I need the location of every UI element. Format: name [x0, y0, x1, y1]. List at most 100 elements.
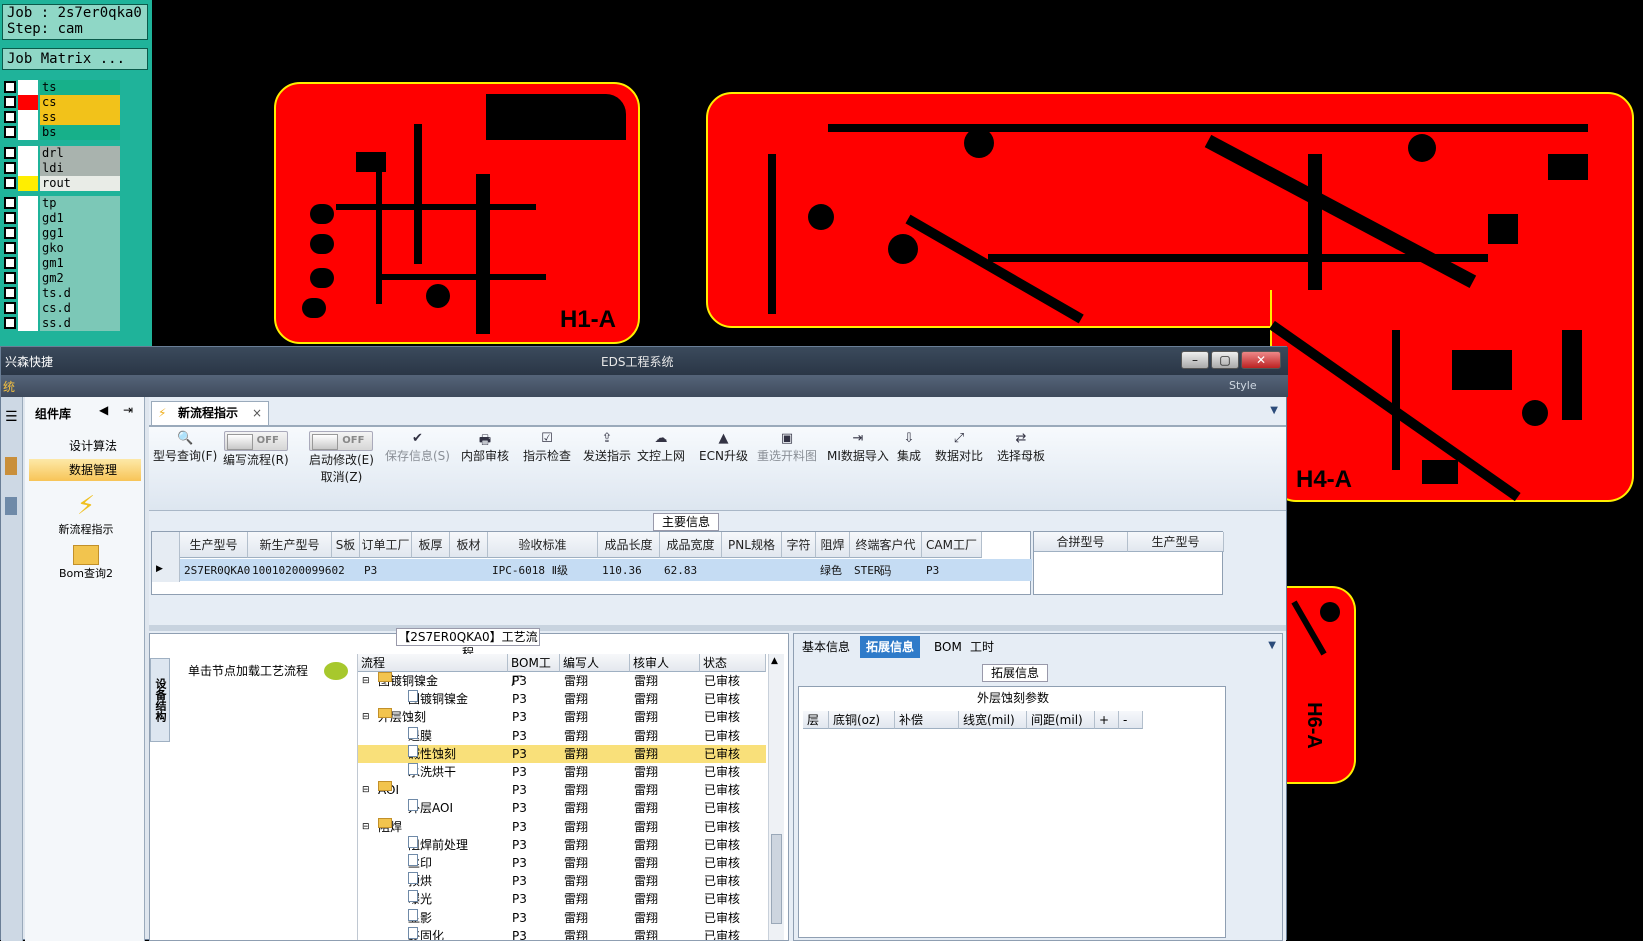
info-cell[interactable]: P3	[926, 560, 982, 582]
layer-checkbox[interactable]	[4, 81, 16, 93]
layer-checkbox[interactable]	[4, 317, 16, 329]
layer-color-swatch[interactable]	[18, 316, 38, 331]
tree-row[interactable]: ⊟ 图镀铜镍金 P3 雷翔 雷翔 已审核	[358, 672, 766, 690]
layer-row-cs-d[interactable]: cs.d	[4, 301, 120, 316]
layer-checkbox[interactable]	[4, 177, 16, 189]
tree-row[interactable]: ⊟ 外层蚀刻 P3 雷翔 雷翔 已审核	[358, 708, 766, 726]
layer-checkbox[interactable]	[4, 197, 16, 209]
tree-node[interactable]: 显影	[408, 908, 432, 927]
layer-checkbox[interactable]	[4, 287, 16, 299]
layer-name[interactable]: cs	[40, 95, 120, 110]
toolbar-btn-12[interactable]: ⤢ 数据对比	[935, 431, 983, 501]
layer-checkbox[interactable]	[4, 126, 16, 138]
toolbar-btn-2[interactable]: OFF 启动修改(E) 取消(Z)	[309, 431, 374, 501]
layer-row-gm2[interactable]: gm2	[4, 271, 120, 286]
layer-color-swatch[interactable]	[18, 271, 38, 286]
info-header[interactable]: 阻焊	[816, 532, 850, 558]
info-header[interactable]: 板材	[450, 532, 488, 558]
layer-checkbox[interactable]	[4, 242, 16, 254]
layer-name[interactable]: gko	[40, 241, 120, 256]
layer-row-gg1[interactable]: gg1	[4, 226, 120, 241]
info-header[interactable]: 新生产型号	[248, 532, 332, 558]
info-cell[interactable]	[726, 560, 782, 582]
tree-node[interactable]: 图镀铜镍金	[408, 690, 468, 708]
detail-tab[interactable]: 工时	[964, 636, 1000, 658]
tree-node[interactable]: 阻焊前处理	[408, 835, 468, 854]
tree-node[interactable]: 终固化	[408, 926, 444, 940]
toolbar-btn-9[interactable]: ▣ 重选开料图	[757, 431, 817, 501]
etch-header[interactable]: -	[1119, 711, 1143, 729]
layer-color-swatch[interactable]	[18, 286, 38, 301]
detail-tab[interactable]: BOM	[928, 636, 968, 658]
layer-color-swatch[interactable]	[18, 241, 38, 256]
info-cell[interactable]: 62.83	[664, 560, 722, 582]
info-header[interactable]: 订单工厂	[360, 532, 412, 558]
layer-checkbox[interactable]	[4, 111, 16, 123]
tree-row[interactable]: 预烘 P3 雷翔 雷翔 已审核	[358, 872, 766, 890]
layer-color-swatch[interactable]	[18, 125, 38, 140]
close-button[interactable]: ✕	[1241, 351, 1281, 369]
info-cell[interactable]: STER	[854, 560, 922, 582]
layer-name[interactable]: drl	[40, 146, 120, 161]
vertical-scrollbar[interactable]: ▲	[768, 654, 784, 940]
tree-node[interactable]: 碱性蚀刻	[408, 744, 456, 763]
layer-name[interactable]: gd1	[40, 211, 120, 226]
toolbar-btn-1[interactable]: OFF 编写流程(R)	[223, 431, 289, 501]
info-cell[interactable]	[416, 560, 450, 582]
tree-node[interactable]: ⊟ 外层蚀刻	[362, 708, 426, 726]
toolbar-btn-7[interactable]: ☁ 文控上网	[637, 431, 685, 501]
tree-header[interactable]: 流程	[358, 654, 508, 672]
new-flow-item[interactable]: ⚡ 新流程指示	[31, 491, 141, 537]
side-tab-equipment[interactable]: 设备结构	[150, 658, 170, 742]
info-header[interactable]: 板厚	[412, 532, 450, 558]
toolbar-sublabel[interactable]: 取消(Z)	[309, 468, 374, 485]
tree-row[interactable]: ⊟AOI P3 雷翔 雷翔 已审核	[358, 781, 766, 799]
info-header[interactable]: PNL规格	[722, 532, 782, 558]
tree-row[interactable]: 图镀铜镍金 P3 雷翔 雷翔 已审核	[358, 690, 766, 708]
info-cell[interactable]: P3	[364, 560, 412, 582]
tree-node[interactable]: 丝印	[408, 854, 432, 872]
info-cell[interactable]: 10010200099602	[252, 560, 345, 582]
layer-color-swatch[interactable]	[18, 95, 38, 110]
layer-name[interactable]: gm1	[40, 256, 120, 271]
detail-tab[interactable]: 拓展信息	[860, 636, 921, 658]
tree-row[interactable]: 显影 P3 雷翔 雷翔 已审核	[358, 908, 766, 927]
layer-color-swatch[interactable]	[18, 161, 38, 176]
info-cell[interactable]	[454, 560, 488, 582]
toggle-switch[interactable]: OFF	[309, 431, 374, 451]
job-matrix-button[interactable]: Job Matrix ...	[2, 48, 148, 70]
nav-design-algorithm[interactable]: 设计算法	[29, 435, 141, 457]
info-header[interactable]: 成品宽度	[660, 532, 722, 558]
collapse-toggle-icon[interactable]: ⊟	[362, 781, 370, 799]
tab-new-flow[interactable]: ⚡ 新流程指示 ×	[151, 401, 269, 425]
tree-header[interactable]: 核审人	[630, 654, 700, 672]
tree-row[interactable]: 阻焊前处理 P3 雷翔 雷翔 已审核	[358, 835, 766, 854]
layer-row-gd1[interactable]: gd1	[4, 211, 120, 226]
info-cell[interactable]: IPC-6018 Ⅱ级	[492, 560, 598, 582]
bom-query-item[interactable]: Bom查询2	[31, 545, 141, 581]
layer-checkbox[interactable]	[4, 227, 16, 239]
layer-checkbox[interactable]	[4, 272, 16, 284]
style-menu[interactable]: Style	[1229, 379, 1257, 392]
layer-color-swatch[interactable]	[18, 80, 38, 95]
layer-color-swatch[interactable]	[18, 196, 38, 211]
layer-color-swatch[interactable]	[18, 301, 38, 316]
close-tab-icon[interactable]: ×	[252, 402, 262, 424]
tool-icon-2[interactable]	[5, 497, 17, 515]
layer-row-ts-d[interactable]: ts.d	[4, 286, 120, 301]
collapse-toggle-icon[interactable]: ⊟	[362, 708, 370, 726]
layer-checkbox[interactable]	[4, 212, 16, 224]
collapse-toggle-icon[interactable]: ⊟	[362, 818, 370, 836]
tree-row[interactable]: 水洗烘干 P3 雷翔 雷翔 已审核	[358, 763, 766, 781]
toolbar-btn-10[interactable]: ⇥ MI数据导入	[827, 431, 889, 501]
layer-name[interactable]: rout	[40, 176, 120, 191]
tree-row[interactable]: 退膜 P3 雷翔 雷翔 已审核	[358, 726, 766, 745]
info-header[interactable]: 终端客户代码	[850, 532, 922, 578]
info-cell[interactable]	[336, 560, 360, 582]
layer-name[interactable]: ldi	[40, 161, 120, 176]
tree-node[interactable]: 退膜	[408, 726, 432, 745]
layer-row-tp[interactable]: tp	[4, 196, 120, 211]
layer-row-gko[interactable]: gko	[4, 241, 120, 256]
layer-row-ss-d[interactable]: ss.d	[4, 316, 120, 331]
tree-node[interactable]: 水洗烘干	[408, 763, 456, 781]
